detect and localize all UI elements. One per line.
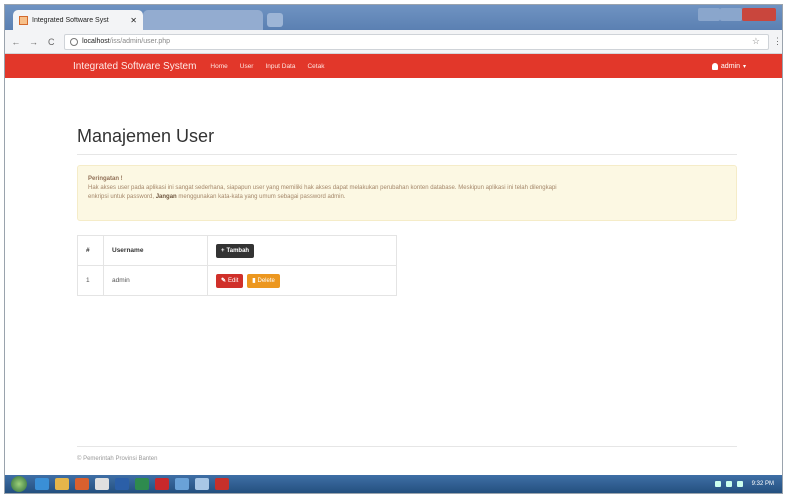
windows-taskbar: 9:32 PM [5, 475, 782, 493]
nav-link-user[interactable]: User [240, 63, 254, 70]
user-menu-label: admin [720, 62, 740, 70]
pencil-icon: ✎ [221, 278, 227, 284]
bookmark-star-icon[interactable]: ☆ [752, 36, 760, 47]
reload-icon[interactable]: C [44, 37, 58, 47]
page-footer: © Pemerintah Provinsi Banten [77, 456, 158, 462]
taskbar-excel-icon[interactable] [135, 478, 149, 490]
maximize-button[interactable] [720, 8, 742, 21]
nav-link-home[interactable]: Home [210, 63, 227, 70]
nav-links: Home User Input Data Cetak [210, 63, 336, 70]
window-close-button[interactable] [742, 8, 776, 21]
taskbar-chrome-icon[interactable] [95, 478, 109, 490]
delete-label: Delete [257, 277, 275, 284]
tab-integrated-software-system[interactable]: Integrated Software Syst ✕ [13, 10, 143, 30]
edit-label: Edit [228, 277, 239, 284]
add-user-button[interactable]: + Tambah [216, 243, 255, 258]
alert-emphasis: Jangan [155, 194, 177, 200]
table-header-row: # Username + Tambah [77, 235, 397, 266]
taskbar-opera-icon[interactable] [155, 478, 169, 490]
footer-divider [77, 446, 737, 447]
trash-icon: ▮ [252, 278, 256, 284]
tab-phpmyadmin[interactable] [143, 10, 263, 30]
url-path: /iss/admin/user.php [109, 38, 171, 45]
title-divider [77, 154, 737, 155]
app-navbar: Integrated Software System Home User Inp… [5, 54, 782, 78]
tray-volume-icon[interactable] [736, 481, 743, 487]
system-tray: 9:32 PM [714, 481, 782, 487]
tab-label: Integrated Software Syst [32, 16, 109, 24]
taskbar-media-icon[interactable] [75, 478, 89, 490]
row-actions: ✎ Edit ▮ Delete [207, 265, 397, 296]
page-title: Manajemen User [77, 126, 215, 146]
taskbar-word-icon[interactable] [115, 478, 129, 490]
user-icon [711, 62, 718, 70]
plus-icon: + [221, 247, 225, 254]
forward-icon[interactable]: → [27, 37, 41, 47]
start-button[interactable] [11, 476, 27, 492]
alert-line-2: enkripsi untuk password, Jangan mengguna… [88, 193, 726, 202]
browser-window: Integrated Software Syst ✕ ← → C localho… [4, 4, 783, 494]
alert-line-2-start: enkripsi untuk password, [88, 194, 155, 200]
alert-line-2-end: menggunakan kata-kata yang umum sebagai … [178, 194, 346, 200]
header-username: Username [103, 235, 208, 266]
app-brand[interactable]: Integrated Software System [73, 61, 196, 72]
address-bar[interactable]: localhost /iss/admin/user.php ☆ [64, 33, 769, 50]
table-row: 1 admin ✎ Edit ▮ Delete [77, 265, 397, 296]
browser-title-bar: Integrated Software Syst ✕ [5, 5, 782, 30]
edit-button[interactable]: ✎ Edit [216, 273, 244, 288]
user-dropdown[interactable]: admin ▾ [711, 62, 746, 70]
nav-link-cetak[interactable]: Cetak [307, 63, 324, 70]
info-icon[interactable] [70, 37, 79, 46]
user-table: # Username + Tambah 1 admin ✎ Edit ▮ Del… [77, 235, 397, 296]
header-number: # [77, 235, 104, 266]
new-tab-button[interactable] [267, 13, 283, 27]
add-user-label: Tambah [226, 247, 250, 254]
minimize-button[interactable] [698, 8, 720, 21]
nav-link-input-data[interactable]: Input Data [265, 63, 295, 70]
taskbar-pdf-icon[interactable] [215, 478, 229, 490]
taskbar-app-icon[interactable] [175, 478, 189, 490]
taskbar-explorer-icon[interactable] [55, 478, 69, 490]
browser-toolbar: ← → C localhost /iss/admin/user.php ☆ ⋮ [5, 30, 782, 54]
taskbar-app2-icon[interactable] [195, 478, 209, 490]
taskbar-clock[interactable]: 9:32 PM [752, 481, 774, 487]
delete-button[interactable]: ▮ Delete [247, 273, 280, 288]
taskbar-ie-icon[interactable] [35, 478, 49, 490]
warning-alert: Peringatan ! Hak akses user pada aplikas… [77, 165, 737, 221]
url-host: localhost [82, 38, 110, 45]
row-username: admin [103, 265, 208, 296]
alert-line-1: Hak akses user pada aplikasi ini sangat … [88, 185, 557, 191]
page-favicon-icon [19, 15, 28, 25]
row-number: 1 [77, 265, 104, 296]
back-icon[interactable]: ← [9, 37, 23, 47]
browser-menu-icon[interactable]: ⋮ [773, 36, 782, 47]
caret-down-icon: ▾ [742, 63, 746, 70]
alert-title: Peringatan ! [88, 176, 123, 182]
tray-network-icon[interactable] [714, 481, 721, 487]
header-actions: + Tambah [207, 235, 397, 266]
close-tab-icon[interactable]: ✕ [130, 16, 137, 25]
tray-flag-icon[interactable] [725, 481, 732, 487]
page-content: Manajemen User Peringatan ! Hak akses us… [5, 78, 782, 462]
